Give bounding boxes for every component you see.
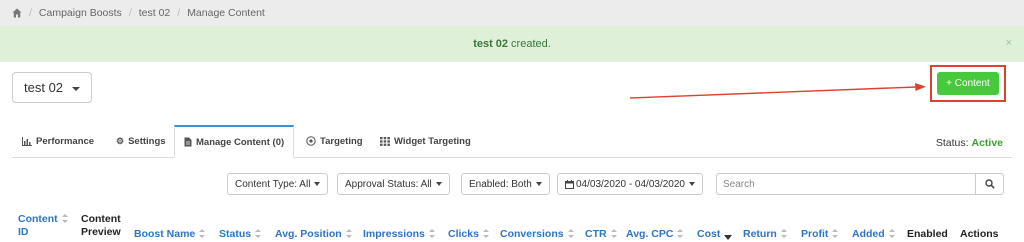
sort-icon	[610, 229, 617, 239]
chevron-down-icon	[535, 182, 542, 186]
status-badge: Active	[971, 137, 1003, 149]
gear-icon: ⚙	[116, 135, 125, 146]
column-header-label: Profit	[801, 228, 829, 240]
column-header-label: Content	[81, 213, 121, 225]
column-header-label: Clicks	[448, 228, 479, 240]
column-header-label: Cost	[697, 228, 721, 240]
tab-widget-targeting[interactable]: Widget Targeting	[380, 125, 471, 157]
tab-manage-content[interactable]: Manage Content (0)	[174, 125, 295, 158]
column-header-actions: Actions	[960, 228, 999, 241]
column-header-label: ID	[18, 226, 29, 238]
tab-label: Settings	[128, 135, 166, 147]
column-header-label: Status	[219, 228, 252, 240]
tab-settings[interactable]: ⚙ Settings	[116, 125, 166, 157]
column-header-enabled: Enabled	[907, 228, 948, 241]
sort-icon	[780, 229, 787, 239]
tab-label: Widget Targeting	[394, 135, 471, 147]
column-header-content-preview: Content Preview	[81, 213, 121, 239]
chevron-down-icon	[435, 182, 442, 186]
sort-icon	[345, 229, 352, 239]
target-icon	[306, 136, 316, 146]
column-header-avg-position[interactable]: Avg. Position	[275, 228, 352, 241]
column-header-label: CTR	[585, 228, 607, 240]
sort-icon	[567, 229, 574, 239]
file-icon	[184, 137, 192, 147]
approval-status-filter[interactable]: Approval Status: All	[337, 173, 450, 195]
column-header-label: Preview	[81, 226, 121, 238]
tab-label: Manage Content (0)	[196, 136, 285, 148]
column-header-cost[interactable]: Cost	[697, 228, 733, 241]
column-header-label: Content	[18, 213, 58, 225]
tab-performance[interactable]: Performance	[22, 125, 94, 157]
tab-targeting[interactable]: Targeting	[306, 125, 363, 157]
sort-icon	[61, 214, 68, 224]
search-icon	[984, 179, 995, 189]
sort-desc-icon	[724, 234, 733, 240]
column-header-label: Boost Name	[134, 228, 196, 240]
column-header-label: Enabled	[907, 228, 948, 240]
highlight-box: + Content	[930, 65, 1006, 102]
enabled-filter[interactable]: Enabled: Both	[461, 173, 550, 195]
column-header-return[interactable]: Return	[743, 228, 787, 241]
content-type-filter-label: Content Type: All	[235, 178, 311, 190]
column-header-label: Actions	[960, 228, 999, 240]
column-header-label: Avg. Position	[275, 228, 342, 240]
add-content-button[interactable]: + Content	[937, 72, 999, 95]
content-type-filter[interactable]: Content Type: All	[227, 173, 329, 195]
sort-icon	[255, 229, 262, 239]
approval-status-filter-label: Approval Status: All	[345, 178, 432, 190]
column-header-boost-name[interactable]: Boost Name	[134, 228, 206, 241]
date-range-filter[interactable]: 04/03/2020 - 04/03/2020	[557, 173, 703, 195]
grid-icon	[380, 136, 390, 146]
annotation-arrow	[629, 83, 926, 99]
sort-icon	[482, 229, 489, 239]
column-header-label: Avg. CPC	[626, 228, 674, 240]
column-header-avg-cpc[interactable]: Avg. CPC	[626, 228, 684, 241]
sort-icon	[832, 229, 839, 239]
status-label: Status:	[935, 137, 969, 149]
calendar-icon	[565, 179, 574, 189]
sort-icon	[888, 229, 895, 239]
campaign-status: Status: Active	[936, 137, 1003, 149]
tab-bar: Performance ⚙ Settings Manage Content (0…	[12, 125, 1012, 158]
column-header-clicks[interactable]: Clicks	[448, 228, 489, 241]
chevron-down-icon	[314, 182, 321, 186]
sort-icon	[199, 229, 206, 239]
search-button[interactable]	[975, 173, 1004, 195]
search-input[interactable]	[716, 173, 976, 195]
tab-label: Targeting	[320, 135, 363, 147]
column-header-ctr[interactable]: CTR	[585, 228, 617, 241]
date-range-label: 04/03/2020 - 04/03/2020	[576, 178, 685, 190]
enabled-filter-label: Enabled: Both	[469, 178, 532, 190]
bar-chart-icon	[22, 136, 32, 146]
column-header-label: Added	[852, 228, 885, 240]
column-header-impressions[interactable]: Impressions	[363, 228, 435, 241]
sort-icon	[428, 229, 435, 239]
chevron-down-icon	[688, 182, 695, 186]
column-header-content-id[interactable]: Content ID	[18, 213, 68, 239]
column-header-status[interactable]: Status	[219, 228, 262, 241]
column-header-added[interactable]: Added	[852, 228, 895, 241]
column-header-conversions[interactable]: Conversions	[500, 228, 574, 241]
column-header-label: Impressions	[363, 228, 425, 240]
column-header-profit[interactable]: Profit	[801, 228, 839, 241]
tab-label: Performance	[36, 135, 95, 147]
column-header-label: Conversions	[500, 228, 564, 240]
sort-icon	[677, 229, 684, 239]
column-header-label: Return	[743, 228, 777, 240]
